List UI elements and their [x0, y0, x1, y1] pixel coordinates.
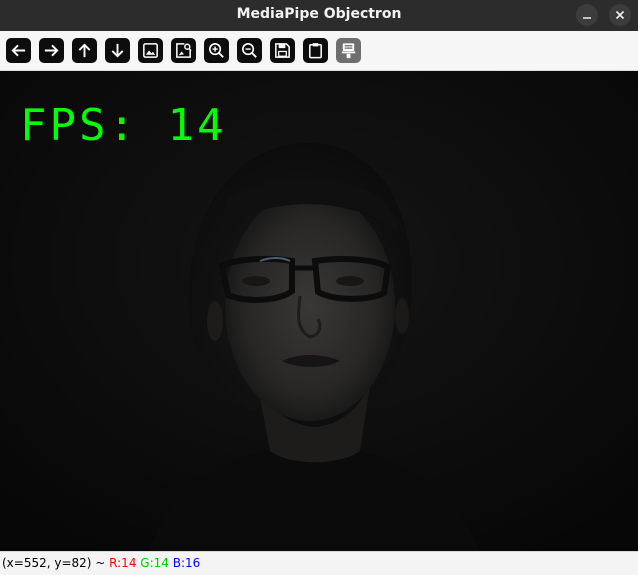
zoom-fit-button[interactable] [138, 38, 163, 63]
cursor-coordinates: (x=552, y=82) ~ [2, 556, 110, 570]
image-search-icon [174, 41, 193, 60]
minimize-icon [582, 10, 592, 20]
pan-right-button[interactable] [39, 38, 64, 63]
window-title: MediaPipe Objectron [236, 6, 402, 22]
zoom-in-icon [207, 41, 226, 60]
properties-icon [339, 41, 358, 60]
arrow-left-icon [9, 41, 28, 60]
copy-to-clipboard-button[interactable] [303, 38, 328, 63]
pan-left-button[interactable] [6, 38, 31, 63]
zoom-in-button[interactable] [204, 38, 229, 63]
fps-overlay-text: FPS: 14 [20, 100, 227, 151]
pixel-blue-value: B:16 [172, 556, 201, 570]
pan-up-button[interactable] [72, 38, 97, 63]
zoom-original-button[interactable] [171, 38, 196, 63]
window-titlebar: MediaPipe Objectron [0, 0, 638, 31]
close-icon [615, 10, 625, 20]
clipboard-icon [306, 41, 325, 60]
pixel-red-value: R:14 [109, 556, 137, 570]
close-button[interactable] [609, 4, 631, 26]
arrow-right-icon [42, 41, 61, 60]
save-button[interactable] [270, 38, 295, 63]
minimize-button[interactable] [576, 4, 598, 26]
toolbar [0, 31, 638, 71]
zoom-out-button[interactable] [237, 38, 262, 63]
status-bar: (x=552, y=82) ~ R:14 G:14 B:16 [0, 551, 638, 575]
properties-button[interactable] [336, 38, 361, 63]
pan-down-button[interactable] [105, 38, 130, 63]
zoom-out-icon [240, 41, 259, 60]
image-icon [141, 41, 160, 60]
pixel-green-value: G:14 [140, 556, 169, 570]
camera-image[interactable]: FPS: 14 [0, 71, 638, 551]
save-icon [273, 41, 292, 60]
arrow-down-icon [108, 41, 127, 60]
arrow-up-icon [75, 41, 94, 60]
